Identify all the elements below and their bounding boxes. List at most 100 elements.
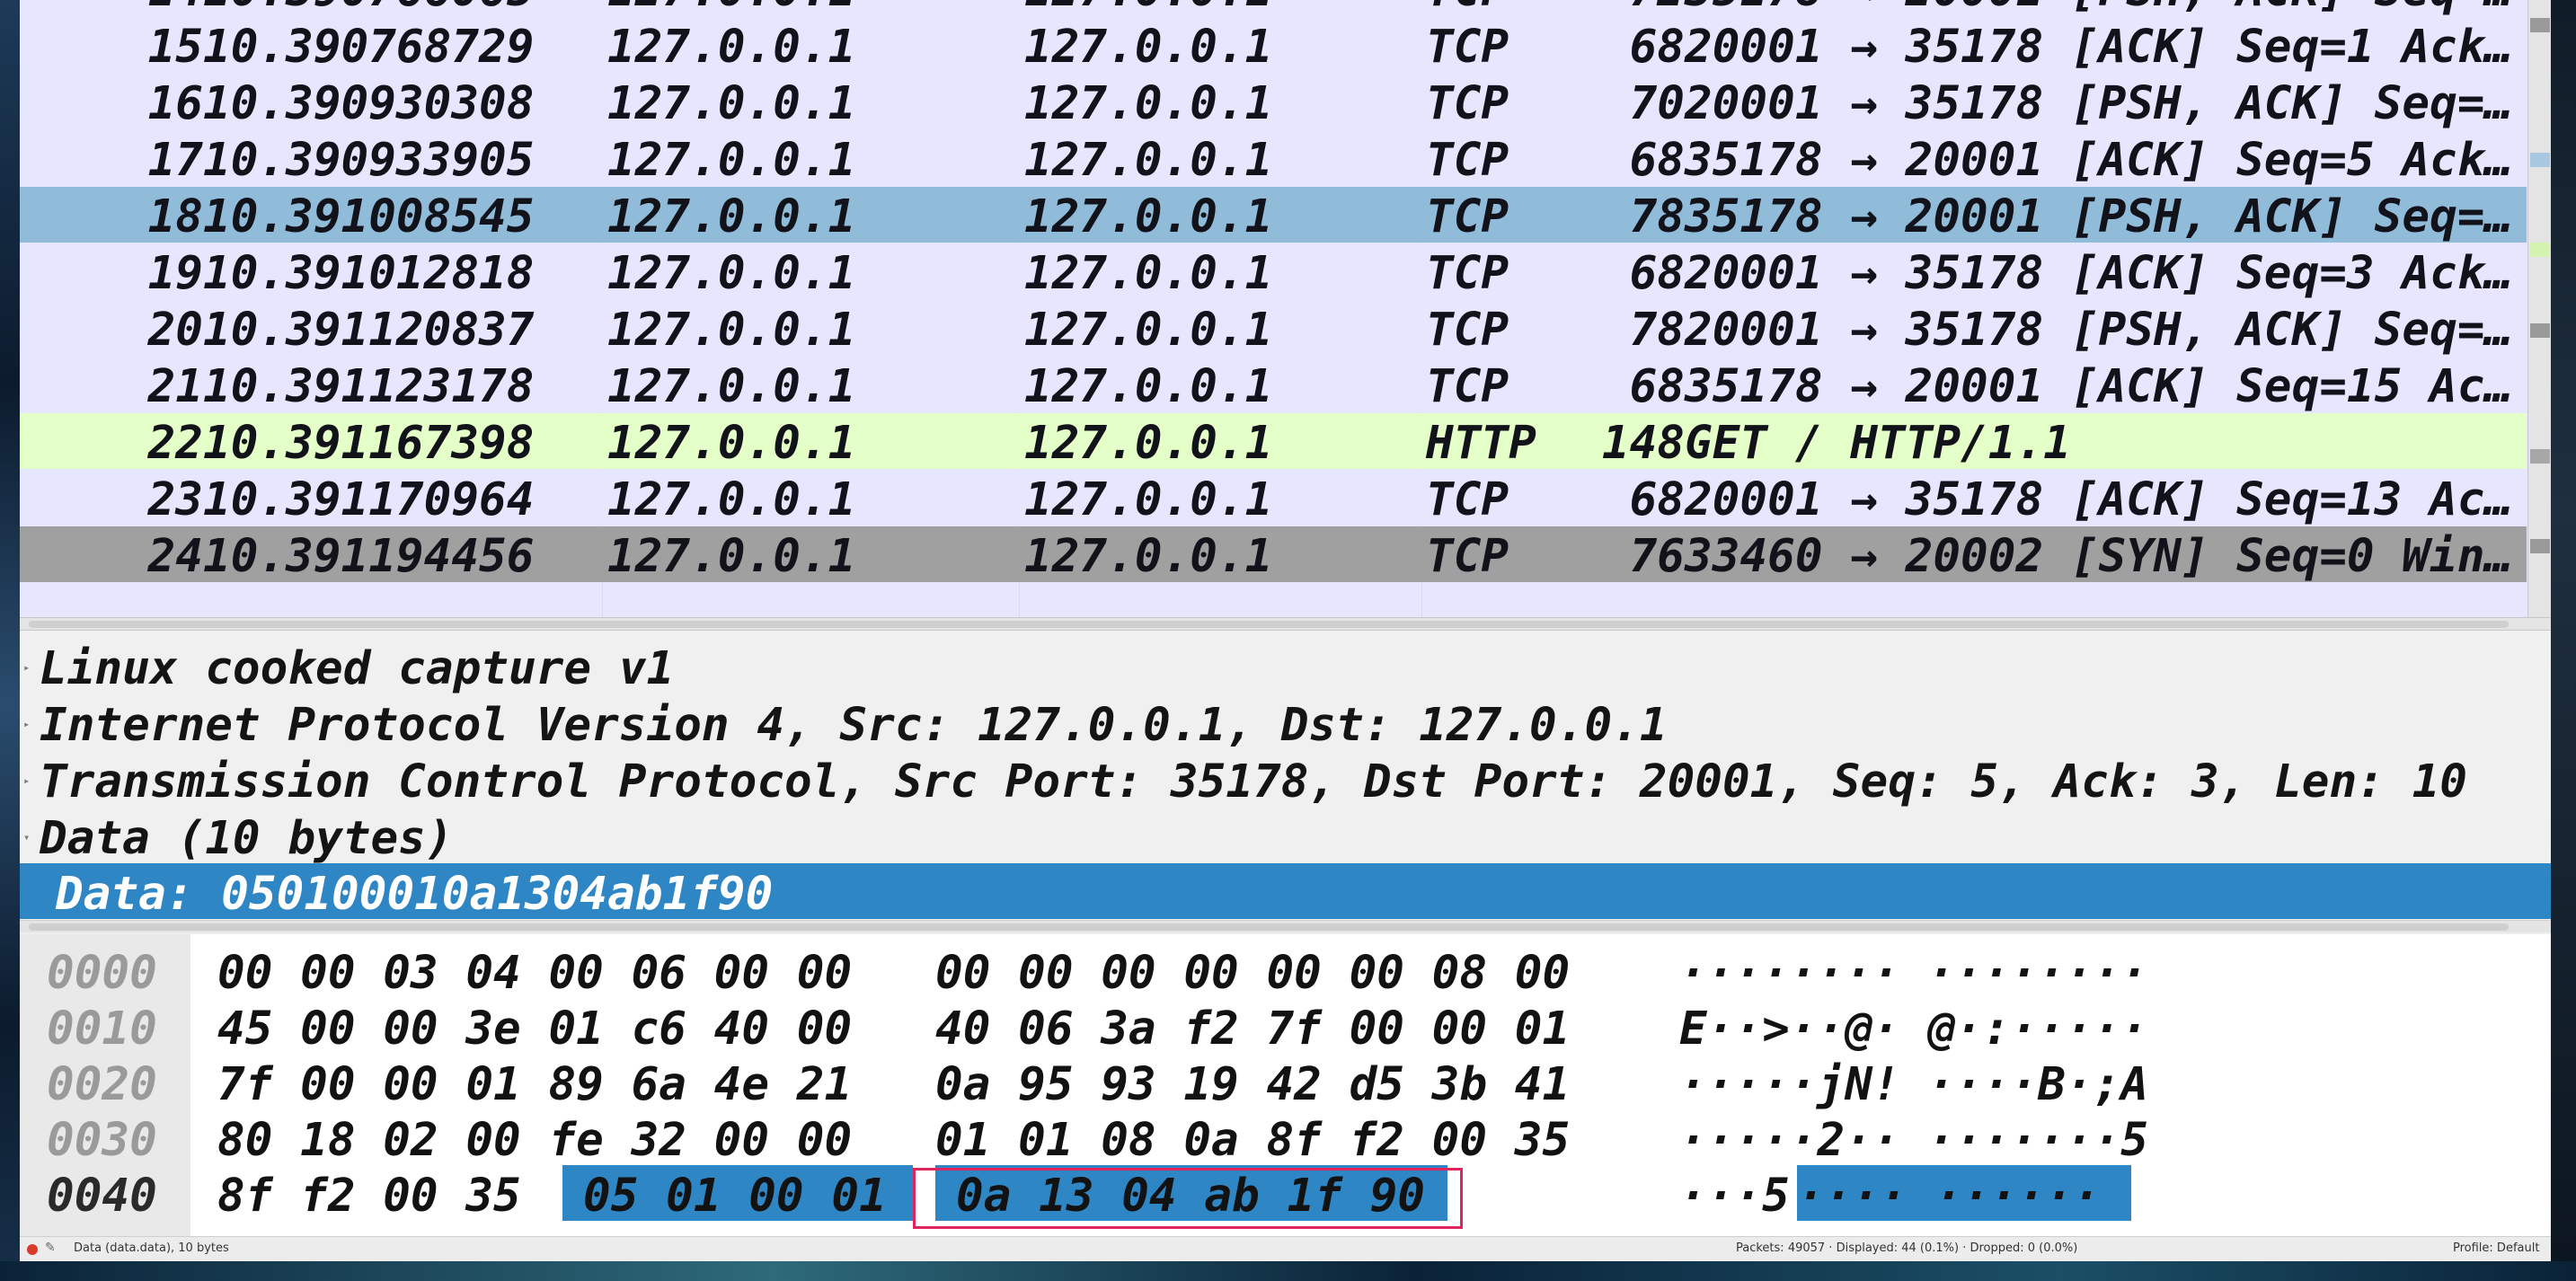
expand-arrow-icon[interactable]: ▸ (23, 774, 30, 787)
packet-row[interactable]: 22 10.391167398 127.0.0.1 127.0.0.1 HTTP 148 G… (20, 413, 2527, 469)
packet-row[interactable]: 16 10.390930308 127.0.0.1 127.0.0.1 TCP 70 200… (20, 74, 2527, 129)
tree-item-tcp[interactable]: ▸ Transmission Control Protocol, Src Por… (20, 751, 2528, 807)
packet-cell-length: 68 (1629, 134, 1685, 186)
hex-bytes[interactable]: 0a 95 93 19 42 d5 3b 41 (935, 1058, 1570, 1111)
packet-row[interactable]: 20 10.391120837 127.0.0.1 127.0.0.1 TCP 78 200… (20, 300, 2527, 356)
hex-bytes[interactable]: 00 00 03 04 00 06 00 00 (217, 947, 852, 1000)
packet-cell-length: 70 (1629, 77, 1685, 129)
packet-cell-time: 10.391194456 (203, 530, 535, 582)
tree-item-linux-cooked-capture[interactable]: ▸ Linux cooked capture v1 (20, 638, 2528, 694)
packet-cell-protocol: TCP (1426, 304, 1509, 356)
scrollbar-marker (2530, 449, 2550, 464)
ascii-bytes[interactable]: ···5 (1679, 1170, 1790, 1223)
scrollbar-marker (2530, 243, 2550, 257)
packet-row[interactable]: 17 10.390933905 127.0.0.1 127.0.0.1 TCP 68 351… (20, 130, 2527, 186)
packet-cell-destination: 127.0.0.1 (1024, 77, 1273, 129)
packet-cell-source: 127.0.0.1 (607, 247, 856, 299)
ascii-bytes[interactable]: ········ ········ (1679, 947, 2148, 1000)
packet-cell-length: 72 (1570, 0, 1685, 16)
packet-cell-time: 10.391012818 (203, 247, 535, 299)
packet-row[interactable]: 1410.390766065 127.0.0.1 127.0.0.1 TCP 72351… (20, 0, 2527, 16)
desktop-background-left (0, 0, 20, 1281)
hex-bytes[interactable]: 7f 00 00 01 89 6a 4e 21 (217, 1058, 852, 1111)
ascii-bytes[interactable]: ·····jN! ····B·;A (1679, 1058, 2148, 1111)
annotation-highlight-box (913, 1168, 1463, 1229)
packet-cell-time: 10.390768729 (203, 21, 535, 73)
packet-row[interactable]: 18 10.391008545 127.0.0.1 127.0.0.1 TCP 78 351… (20, 187, 2527, 243)
packet-cell-info: 20001 → 35178 [PSH, ACK] Seq=… (1685, 304, 2513, 356)
packet-cell-no: 16 (147, 77, 203, 129)
packet-cell-no: 20 (147, 304, 203, 356)
expand-arrow-icon[interactable]: ▸ (23, 718, 30, 730)
packet-cell-time: 10.391167398 (203, 417, 535, 469)
hex-bytes[interactable]: 8f f2 00 35 (217, 1170, 521, 1223)
packet-cell-destination: 127.0.0.1 (1024, 134, 1273, 186)
details-horizontal-scrollbar[interactable] (20, 920, 2551, 932)
edit-comment-icon[interactable]: ✎ (45, 1241, 56, 1255)
packet-cell-protocol: TCP (1426, 473, 1509, 526)
tree-item-label: Data (10 bytes) (40, 812, 454, 863)
expert-info-icon[interactable] (27, 1244, 38, 1255)
packet-cell-source: 127.0.0.1 (607, 473, 856, 526)
ascii-bytes[interactable]: ·····2·· ·······5 (1679, 1114, 2148, 1167)
packet-cell-destination: 127.0.0.1 (1024, 530, 1273, 582)
packet-cell-time: 10.391008545 (203, 190, 535, 243)
packet-cell-source: 127.0.0.1 (607, 77, 856, 129)
packet-cell-source: 127.0.0.1 (607, 134, 856, 186)
packet-list-horizontal-scrollbar[interactable] (20, 618, 2551, 631)
packet-cell-destination: 127.0.0.1 (1024, 21, 1273, 73)
desktop-background-bottom (0, 1261, 2576, 1281)
packet-cell-protocol: TCP (1426, 21, 1509, 73)
packet-row[interactable]: 15 10.390768729 127.0.0.1 127.0.0.1 TCP 68 200… (20, 17, 2527, 73)
collapse-arrow-icon[interactable]: ▾ (23, 831, 30, 844)
packet-cell-destination: 127.0.0.1 (1024, 247, 1273, 299)
scrollbar-marker (2530, 539, 2550, 553)
hex-bytes[interactable]: 40 06 3a f2 7f 00 00 01 (935, 1003, 1570, 1056)
packet-cell-destination: 127.0.0.1 (1024, 473, 1273, 526)
tree-item-label: Internet Protocol Version 4, Src: 127.0.… (40, 699, 1668, 750)
hex-bytes[interactable]: 00 00 00 00 00 00 08 00 (935, 947, 1570, 1000)
packet-cell-no: 23 (147, 473, 203, 526)
packet-cell-info: 35178 → 20001 [ACK] Seq=15 Ac… (1685, 360, 2513, 412)
packet-cell-destination: 127.0.0.1 (1024, 360, 1273, 412)
packet-row[interactable]: 24 10.391194456 127.0.0.1 127.0.0.1 TCP 76 334… (20, 526, 2527, 582)
packet-list-vertical-scrollbar[interactable] (2527, 0, 2551, 617)
tree-item-ipv4[interactable]: ▸ Internet Protocol Version 4, Src: 127.… (20, 694, 2528, 750)
hex-row: 0010 45 00 00 3e 01 c6 40 00 40 06 3a f2… (20, 998, 2551, 1056)
hex-bytes-selected[interactable]: 05 01 00 01 (583, 1170, 887, 1223)
packet-cell-source: 127.0.0.1 (607, 0, 855, 16)
scrollbar-thumb[interactable] (29, 621, 2509, 628)
packet-cell-length: 68 (1629, 21, 1685, 73)
hex-bytes[interactable]: 45 00 00 3e 01 c6 40 00 (217, 1003, 852, 1056)
packet-row[interactable]: 21 10.391123178 127.0.0.1 127.0.0.1 TCP 68 351… (20, 357, 2527, 412)
ascii-bytes[interactable]: E··>··@· @·:····· (1679, 1003, 2148, 1056)
packet-cell-no: 19 (147, 247, 203, 299)
packet-cell-protocol: HTTP (1426, 417, 1536, 469)
packet-cell-length: 78 (1629, 304, 1685, 356)
packet-cell-protocol: TCP (1426, 530, 1509, 582)
desktop-background-right (2551, 0, 2576, 1281)
packet-cell-info: 33460 → 20002 [SYN] Seq=0 Win… (1685, 530, 2513, 582)
tree-item-data[interactable]: ▾ Data (10 bytes) (20, 808, 2528, 863)
status-packet-counts: Packets: 49057 · Displayed: 44 (0.1%) · … (1736, 1241, 2078, 1255)
tree-item-data-value-selected[interactable]: Data: 050100010a1304ab1f90 (20, 863, 2551, 921)
packet-list[interactable]: 1410.390766065127.0.0.1127.0.0.1TCP72351… (20, 0, 2551, 618)
hex-bytes[interactable]: 01 01 08 0a 8f f2 00 35 (935, 1114, 1570, 1167)
status-bar: ✎ Data (data.data), 10 bytes Packets: 49… (20, 1236, 2551, 1261)
packet-row[interactable]: 19 10.391012818 127.0.0.1 127.0.0.1 TCP 68 200… (20, 243, 2527, 299)
packet-cell-no: 22 (147, 417, 203, 469)
scrollbar-marker (2530, 323, 2550, 338)
tree-item-label: Data: 050100010a1304ab1f90 (56, 868, 774, 921)
packet-row[interactable]: 23 10.391170964 127.0.0.1 127.0.0.1 TCP 68 200… (20, 470, 2527, 526)
packet-cell-no: 18 (147, 190, 203, 243)
packet-cell-no: 15 (147, 21, 203, 73)
status-profile[interactable]: Profile: Default (2453, 1241, 2539, 1255)
packet-details-tree[interactable]: ▸ Linux cooked capture v1 ▸ Internet Pro… (20, 632, 2551, 928)
expand-arrow-icon[interactable]: ▸ (23, 661, 30, 674)
packet-cell-length: 68 (1629, 247, 1685, 299)
scrollbar-thumb[interactable] (29, 923, 2509, 931)
hex-bytes[interactable]: 80 18 02 00 fe 32 00 00 (217, 1114, 852, 1167)
packet-cell-no: 17 (147, 134, 203, 186)
tree-item-label: Transmission Control Protocol, Src Port:… (40, 755, 2468, 807)
ascii-bytes-selected[interactable]: ···· ······ (1797, 1170, 2101, 1223)
